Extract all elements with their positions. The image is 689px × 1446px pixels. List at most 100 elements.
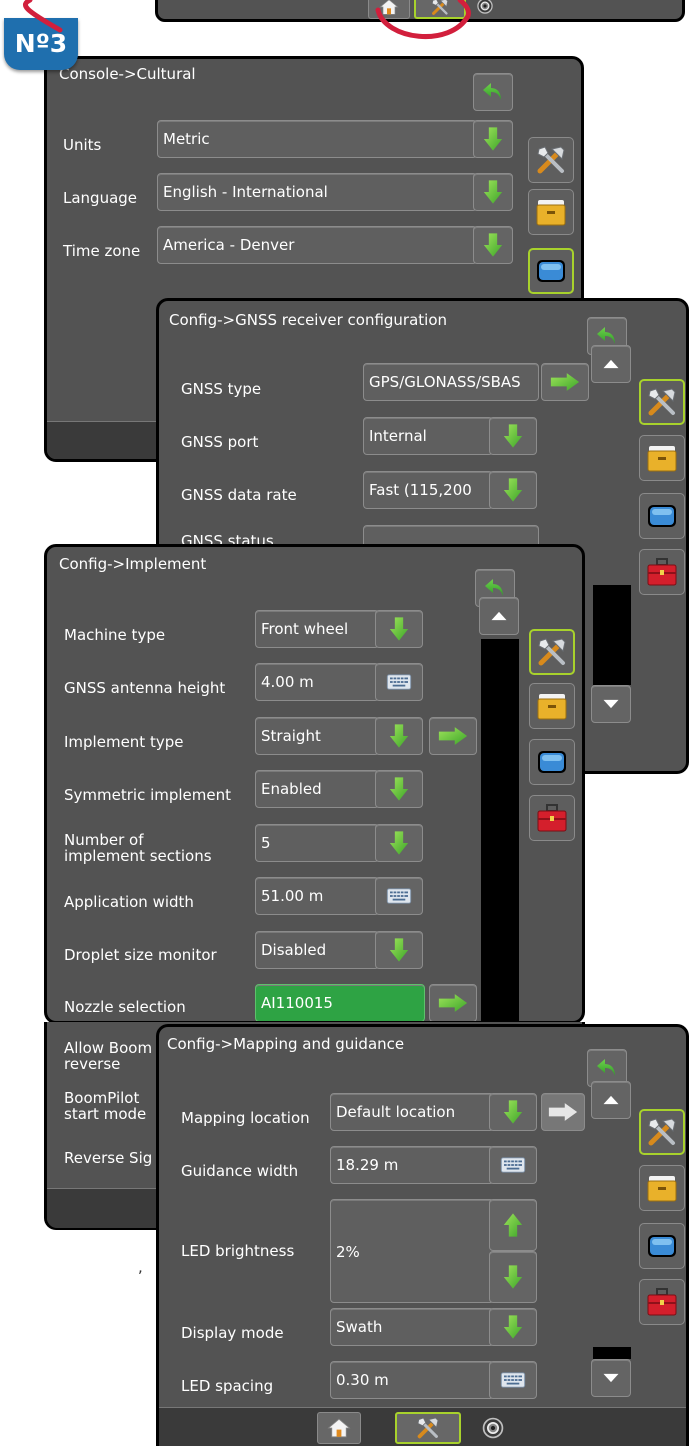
side-toolbox-button[interactable] — [639, 549, 685, 595]
mapping-title: Config->Mapping and guidance — [167, 1035, 405, 1053]
gnss-port-dropdown-button[interactable] — [489, 417, 537, 455]
language-field[interactable]: English - International — [157, 173, 477, 211]
keyboard-icon — [386, 887, 412, 905]
side-console-button[interactable] — [639, 1223, 685, 1269]
gnss-port-field[interactable]: Internal — [363, 417, 493, 455]
back-button[interactable] — [473, 73, 513, 111]
led-brightness-label: LED brightness — [181, 1242, 295, 1260]
gnss-type-next-button[interactable] — [541, 363, 589, 401]
side-tools-button[interactable] — [528, 137, 574, 183]
side-tools-button[interactable] — [529, 629, 575, 675]
scroll-up-button[interactable] — [479, 597, 519, 635]
bottom-tab-bar — [159, 1407, 686, 1446]
guidance-width-field[interactable]: 18.29 m — [330, 1146, 494, 1184]
tools-tab[interactable] — [395, 1412, 461, 1444]
gnss-rate-dropdown-button[interactable] — [489, 471, 537, 509]
cultural-title: Console->Cultural — [59, 65, 196, 83]
nozzle-next-button[interactable] — [429, 984, 477, 1021]
side-console-button[interactable] — [528, 248, 574, 294]
toolbox-icon — [535, 801, 569, 835]
keyboard-icon — [500, 1156, 526, 1174]
scroll-down-button[interactable] — [591, 1359, 631, 1397]
keyboard-icon — [386, 673, 412, 691]
up-arrow-icon — [503, 1211, 523, 1239]
down-arrow-icon — [483, 232, 503, 258]
right-arrow-icon — [550, 372, 580, 392]
mapping-location-field[interactable]: Default location — [330, 1093, 494, 1131]
application-width-field[interactable]: 51.00 m — [255, 877, 379, 915]
led-spacing-keyboard-button[interactable] — [489, 1361, 537, 1399]
up-triangle-icon — [602, 359, 620, 369]
side-console-button[interactable] — [529, 739, 575, 785]
guidance-width-label: Guidance width — [181, 1162, 299, 1180]
up-triangle-icon — [602, 1095, 620, 1105]
display-mode-field[interactable]: Swath — [330, 1308, 494, 1346]
down-arrow-icon — [483, 126, 503, 152]
gnss-rate-field[interactable]: Fast (115,200 — [363, 471, 493, 509]
side-toolbox-button[interactable] — [529, 795, 575, 841]
side-tools-button[interactable] — [639, 379, 685, 425]
timezone-dropdown-button[interactable] — [473, 226, 513, 264]
gnss-port-label: GNSS port — [181, 433, 259, 451]
mapping-location-dropdown-button[interactable] — [489, 1093, 537, 1131]
symmetric-dropdown-button[interactable] — [375, 770, 423, 808]
side-toolbox-button[interactable] — [639, 1279, 685, 1325]
scroll-down-button[interactable] — [591, 685, 631, 723]
droplet-dropdown-button[interactable] — [375, 931, 423, 969]
side-data-button[interactable] — [639, 435, 685, 481]
scroll-up-button[interactable] — [591, 345, 631, 383]
timezone-label: Time zone — [63, 242, 141, 260]
machine-type-dropdown-button[interactable] — [375, 610, 423, 648]
led-brightness-field[interactable]: 2% — [330, 1199, 494, 1303]
sections-label: Number of implement sections — [64, 831, 212, 865]
right-arrow-icon — [548, 1102, 578, 1122]
gear-tab[interactable] — [481, 1416, 507, 1442]
units-field[interactable]: Metric — [157, 120, 477, 158]
led-brightness-down-button[interactable] — [489, 1251, 537, 1303]
mapping-panel: Config->Mapping and guidance Mapping loc… — [156, 1024, 689, 1446]
droplet-field[interactable]: Disabled — [255, 931, 379, 969]
symmetric-field[interactable]: Enabled — [255, 770, 379, 808]
nozzle-label: Nozzle selection — [64, 998, 186, 1016]
led-spacing-field[interactable]: 0.30 m — [330, 1361, 494, 1399]
side-data-button[interactable] — [639, 1165, 685, 1211]
scroll-up-button[interactable] — [591, 1081, 631, 1119]
down-arrow-icon — [503, 1314, 523, 1340]
machine-type-field[interactable]: Front wheel — [255, 610, 379, 648]
margin-comma: , — [138, 1258, 143, 1276]
scrollbar[interactable] — [593, 1347, 631, 1359]
mapping-location-next-button[interactable] — [541, 1093, 585, 1131]
side-console-button[interactable] — [639, 493, 685, 539]
scrollbar[interactable] — [593, 585, 631, 685]
language-dropdown-button[interactable] — [473, 173, 513, 211]
antenna-height-keyboard-button[interactable] — [375, 663, 423, 701]
callout-arrow — [23, 0, 471, 39]
guidance-width-keyboard-button[interactable] — [489, 1146, 537, 1184]
display-mode-dropdown-button[interactable] — [489, 1308, 537, 1346]
application-width-keyboard-button[interactable] — [375, 877, 423, 915]
antenna-height-field[interactable]: 4.00 m — [255, 663, 379, 701]
folder-icon — [645, 441, 679, 475]
implement-type-dropdown-button[interactable] — [375, 717, 423, 755]
down-arrow-icon — [503, 423, 523, 449]
implement-type-field[interactable]: Straight — [255, 717, 379, 755]
home-tab[interactable] — [317, 1412, 361, 1444]
sections-field[interactable]: 5 — [255, 824, 379, 862]
gnss-type-field[interactable]: GPS/GLONASS/SBAS — [363, 363, 539, 401]
tools-icon — [645, 385, 679, 419]
side-tools-button[interactable] — [639, 1109, 685, 1155]
side-data-button[interactable] — [529, 683, 575, 729]
right-arrow-icon — [438, 726, 468, 746]
units-label: Units — [63, 136, 102, 154]
down-triangle-icon — [602, 1373, 620, 1383]
gnss-rate-label: GNSS data rate — [181, 486, 297, 504]
sections-dropdown-button[interactable] — [375, 824, 423, 862]
timezone-field[interactable]: America - Denver — [157, 226, 477, 264]
side-data-button[interactable] — [528, 189, 574, 235]
units-dropdown-button[interactable] — [473, 120, 513, 158]
led-brightness-up-button[interactable] — [489, 1199, 537, 1251]
application-width-label: Application width — [64, 893, 194, 911]
implement-type-next-button[interactable] — [429, 717, 477, 755]
scrollbar[interactable] — [481, 639, 519, 1021]
nozzle-field[interactable]: AI110015 — [255, 984, 425, 1021]
